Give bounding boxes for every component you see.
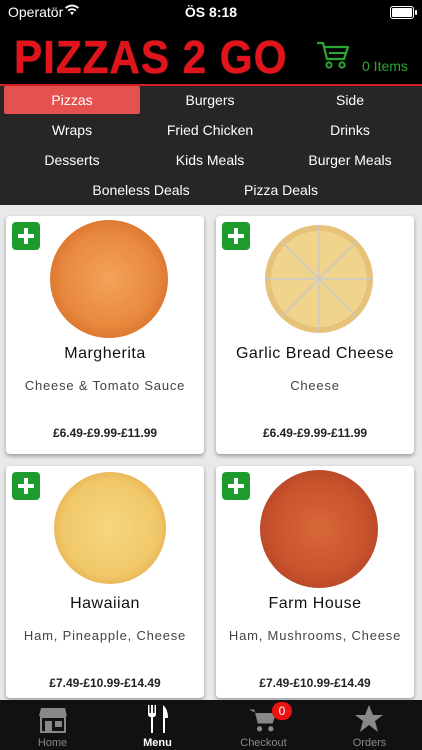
category-boneless-deals[interactable]: Boneless Deals — [72, 176, 210, 204]
store-icon — [39, 708, 67, 733]
category-desserts[interactable]: Desserts — [4, 146, 140, 174]
product-card[interactable]: Hawaiian Ham, Pineapple, Cheese £7.49-£1… — [6, 466, 204, 698]
farm-house-pizza-image — [260, 470, 378, 588]
add-to-cart-button[interactable] — [222, 222, 250, 250]
cart-item-count[interactable]: 0 Items — [362, 58, 408, 74]
category-menu: Pizzas Burgers Side Wraps Fried Chicken … — [0, 84, 422, 205]
product-name: Garlic Bread Cheese — [235, 345, 394, 362]
category-drinks[interactable]: Drinks — [280, 116, 420, 144]
product-price: £6.49-£9.99-£11.99 — [52, 426, 158, 440]
product-price: £7.49-£10.99-£14.49 — [259, 676, 371, 690]
app-header: PIZZAS 2 GO 0 Items — [0, 24, 422, 84]
checkout-badge: 0 — [272, 702, 292, 720]
product-price: £6.49-£9.99-£11.99 — [262, 426, 368, 440]
tab-orders[interactable]: Orders — [317, 700, 422, 750]
category-burger-meals[interactable]: Burger Meals — [280, 146, 420, 174]
product-card[interactable]: Garlic Bread Cheese Cheese £6.49-£9.99-£… — [216, 216, 414, 454]
app-logo: PIZZAS 2 GO — [14, 31, 288, 83]
tab-label: Menu — [143, 737, 172, 749]
product-description: Ham, Pineapple, Cheese — [23, 628, 187, 643]
header-divider — [0, 84, 422, 86]
tab-menu[interactable]: Menu — [105, 700, 210, 750]
clock: ÖS 8:18 — [184, 4, 238, 20]
product-description: Ham, Mushrooms, Cheese — [228, 628, 402, 643]
category-wraps[interactable]: Wraps — [4, 116, 140, 144]
category-side[interactable]: Side — [280, 86, 420, 114]
product-card[interactable]: Margherita Cheese & Tomato Sauce £6.49-£… — [6, 216, 204, 454]
cart-icon[interactable] — [316, 39, 350, 71]
add-to-cart-button[interactable] — [12, 472, 40, 500]
category-kids-meals[interactable]: Kids Meals — [142, 146, 278, 174]
product-price: £7.49-£10.99-£14.49 — [49, 676, 161, 690]
tab-label: Orders — [352, 737, 387, 749]
product-name: Hawaiian — [70, 595, 140, 612]
add-to-cart-button[interactable] — [12, 222, 40, 250]
tab-label: Home — [37, 737, 68, 749]
tab-home[interactable]: Home — [0, 700, 105, 750]
tab-checkout[interactable]: Checkout — [211, 700, 316, 750]
margherita-pizza-image — [50, 220, 168, 338]
battery-icon — [390, 6, 417, 19]
product-name: Farm House — [268, 595, 362, 612]
status-bar: Operatör ÖS 8:18 — [0, 0, 422, 24]
category-fried-chicken[interactable]: Fried Chicken — [142, 116, 278, 144]
product-description: Cheese — [290, 378, 340, 393]
product-description: Cheese & Tomato Sauce — [24, 378, 186, 393]
category-pizza-deals[interactable]: Pizza Deals — [212, 176, 350, 204]
category-pizzas[interactable]: Pizzas — [4, 86, 140, 114]
add-to-cart-button[interactable] — [222, 472, 250, 500]
hawaiian-pizza-image — [54, 472, 166, 584]
garlic-bread-cheese-pizza-image — [265, 225, 373, 333]
tab-bar: Home Menu Checkout Orders — [0, 700, 422, 750]
tab-label: Checkout — [240, 737, 287, 749]
product-card[interactable]: Farm House Ham, Mushrooms, Cheese £7.49-… — [216, 466, 414, 698]
fork-knife-icon — [148, 705, 168, 733]
product-name: Margherita — [64, 345, 146, 362]
category-burgers[interactable]: Burgers — [142, 86, 278, 114]
star-icon — [355, 705, 383, 732]
